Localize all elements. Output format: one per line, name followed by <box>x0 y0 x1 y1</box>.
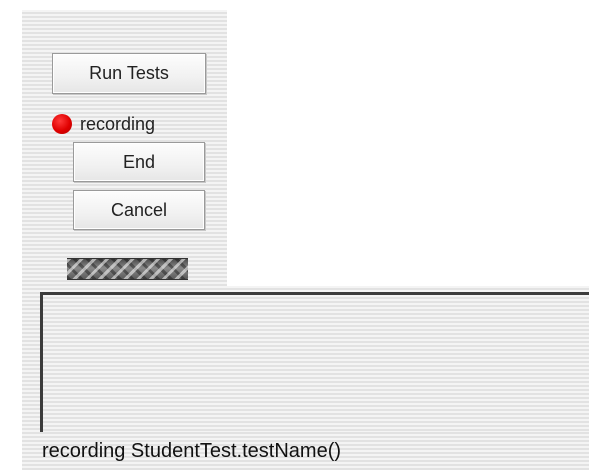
end-button[interactable]: End <box>73 142 205 182</box>
cancel-button[interactable]: Cancel <box>73 190 205 230</box>
recording-indicator: recording <box>52 112 155 136</box>
status-message: recording StudentTest.testName() <box>42 440 342 462</box>
run-tests-button[interactable]: Run Tests <box>52 53 206 94</box>
activity-progress-bar <box>67 258 188 280</box>
output-text-area[interactable] <box>40 292 589 432</box>
recording-dot-icon <box>52 114 72 134</box>
recording-label: recording <box>80 113 156 134</box>
